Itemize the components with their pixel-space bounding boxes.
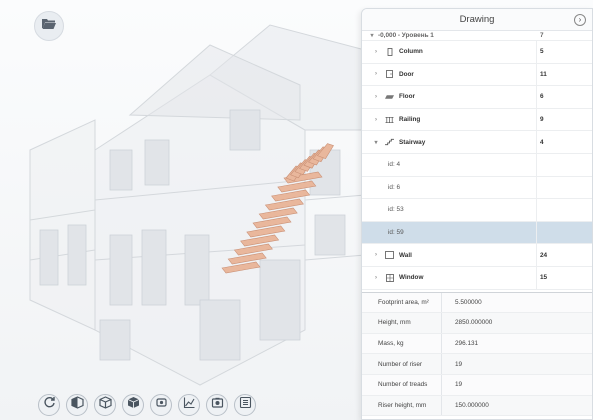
folder-open-icon xyxy=(41,17,57,35)
tree-item-label: Column xyxy=(399,48,423,56)
screenshot-button[interactable] xyxy=(206,394,228,416)
tree-item-floor[interactable]: › Floor 6 xyxy=(362,86,592,109)
object-tree: › Column 5 › Door 11 › Floor 6 › Railing 9 ▾… xyxy=(362,41,592,290)
window-icon xyxy=(385,273,394,282)
property-value: 5.500000 xyxy=(455,298,482,306)
chevron-right-icon: › xyxy=(375,252,377,259)
tree-item-count: 15 xyxy=(540,274,548,282)
tree-item-stair-id[interactable]: id: 6 xyxy=(362,176,592,200)
tree-item-count: 24 xyxy=(540,251,548,259)
tree-item-count: 6 xyxy=(540,93,544,101)
properties-panel: Drawing › ▾ -0,000 - Уровень 1 7 › Column… xyxy=(361,8,593,420)
tree-item-count: 11 xyxy=(540,70,547,78)
rotate-icon xyxy=(43,396,56,414)
level-row[interactable]: ▾ -0,000 - Уровень 1 7 xyxy=(362,31,592,41)
chevron-down-icon: ▾ xyxy=(370,33,374,39)
tree-item-label: Railing xyxy=(399,116,421,124)
tree-item-label: Floor xyxy=(399,93,415,101)
list-icon xyxy=(239,396,252,414)
solid-button[interactable] xyxy=(122,394,144,416)
view-button[interactable] xyxy=(150,394,172,416)
chevron-right-icon: › xyxy=(375,48,377,55)
floor-icon xyxy=(385,93,394,101)
tree-item-stairway[interactable]: ▾ Stairway 4 xyxy=(362,131,592,154)
tree-item-label: Stairway xyxy=(399,138,426,146)
stairway-icon xyxy=(385,138,394,146)
tree-item-stair-id-selected[interactable]: id: 59 xyxy=(362,221,592,245)
property-row: Height, mm 2850.000000 xyxy=(362,313,592,334)
column-icon xyxy=(385,47,394,56)
door-icon xyxy=(385,70,394,79)
camera-icon xyxy=(211,396,224,414)
rotate-button[interactable] xyxy=(38,394,60,416)
tree-item-label: id: 53 xyxy=(388,206,404,214)
tree-item-label: id: 59 xyxy=(388,229,404,237)
railing-icon xyxy=(385,116,394,124)
panel-title: Drawing xyxy=(459,14,495,25)
chart-icon xyxy=(183,396,196,414)
level-count: 7 xyxy=(540,32,544,39)
chevron-right-icon[interactable]: › xyxy=(574,14,586,26)
tree-item-label: id: 6 xyxy=(388,183,401,191)
property-label: Number of riser xyxy=(362,354,442,374)
property-label: Footprint area, m² xyxy=(362,292,442,313)
section-button[interactable] xyxy=(66,394,88,416)
tree-item-count: 5 xyxy=(540,48,544,56)
bottom-toolbar xyxy=(38,394,256,418)
properties-table: Footprint area, m² 5.500000 Height, mm 2… xyxy=(362,291,592,417)
property-value: 296.131 xyxy=(455,340,479,348)
property-row: Mass, kg 296.131 xyxy=(362,333,592,355)
property-label: Height, mm xyxy=(362,313,442,333)
chevron-down-icon: ▾ xyxy=(374,139,378,146)
tree-item-column[interactable]: › Column 5 xyxy=(362,41,592,64)
tree-item-door[interactable]: › Door 11 xyxy=(362,63,592,87)
property-value: 19 xyxy=(455,360,463,368)
panel-header: Drawing › xyxy=(362,9,592,31)
chevron-right-icon: › xyxy=(375,71,377,78)
chevron-right-icon: › xyxy=(375,116,377,123)
property-label: Riser height, mm xyxy=(362,395,442,416)
chevron-right-icon: › xyxy=(375,93,377,100)
tree-item-wall[interactable]: › Wall 24 xyxy=(362,244,592,267)
tree-item-count: 4 xyxy=(540,138,544,146)
tree-item-count: 9 xyxy=(540,116,544,124)
cube-solid-icon xyxy=(127,396,140,414)
tree-item-label: Door xyxy=(399,70,414,78)
wireframe-button[interactable] xyxy=(94,394,116,416)
tree-item-label: id: 4 xyxy=(388,161,401,169)
tree-item-label: Wall xyxy=(399,251,412,259)
property-row: Number of treads 19 xyxy=(362,374,592,396)
list-button[interactable] xyxy=(234,394,256,416)
open-file-button[interactable] xyxy=(34,11,64,41)
eye-icon xyxy=(155,396,168,414)
tree-item-stair-id[interactable]: id: 53 xyxy=(362,199,592,222)
cube-split-icon xyxy=(70,396,84,414)
tree-item-window[interactable]: › Window 15 xyxy=(362,266,592,290)
property-row: Footprint area, m² 5.500000 xyxy=(362,292,592,314)
property-row: Number of riser 19 xyxy=(362,354,592,375)
property-label: Number of treads xyxy=(362,374,442,395)
level-label: -0,000 - Уровень 1 xyxy=(378,32,434,39)
cube-wireframe-icon xyxy=(98,396,112,414)
tree-item-railing[interactable]: › Railing 9 xyxy=(362,108,592,132)
chart-button[interactable] xyxy=(178,394,200,416)
chevron-right-icon: › xyxy=(375,274,377,281)
tree-item-stair-id[interactable]: id: 4 xyxy=(362,153,592,177)
wall-icon xyxy=(385,251,394,260)
property-value: 19 xyxy=(455,381,463,389)
tree-item-label: Window xyxy=(399,274,424,282)
property-value: 150.000000 xyxy=(455,401,489,409)
property-value: 2850.000000 xyxy=(455,319,493,327)
property-row: Riser height, mm 150.000000 xyxy=(362,395,592,417)
property-label: Mass, kg xyxy=(362,333,442,354)
